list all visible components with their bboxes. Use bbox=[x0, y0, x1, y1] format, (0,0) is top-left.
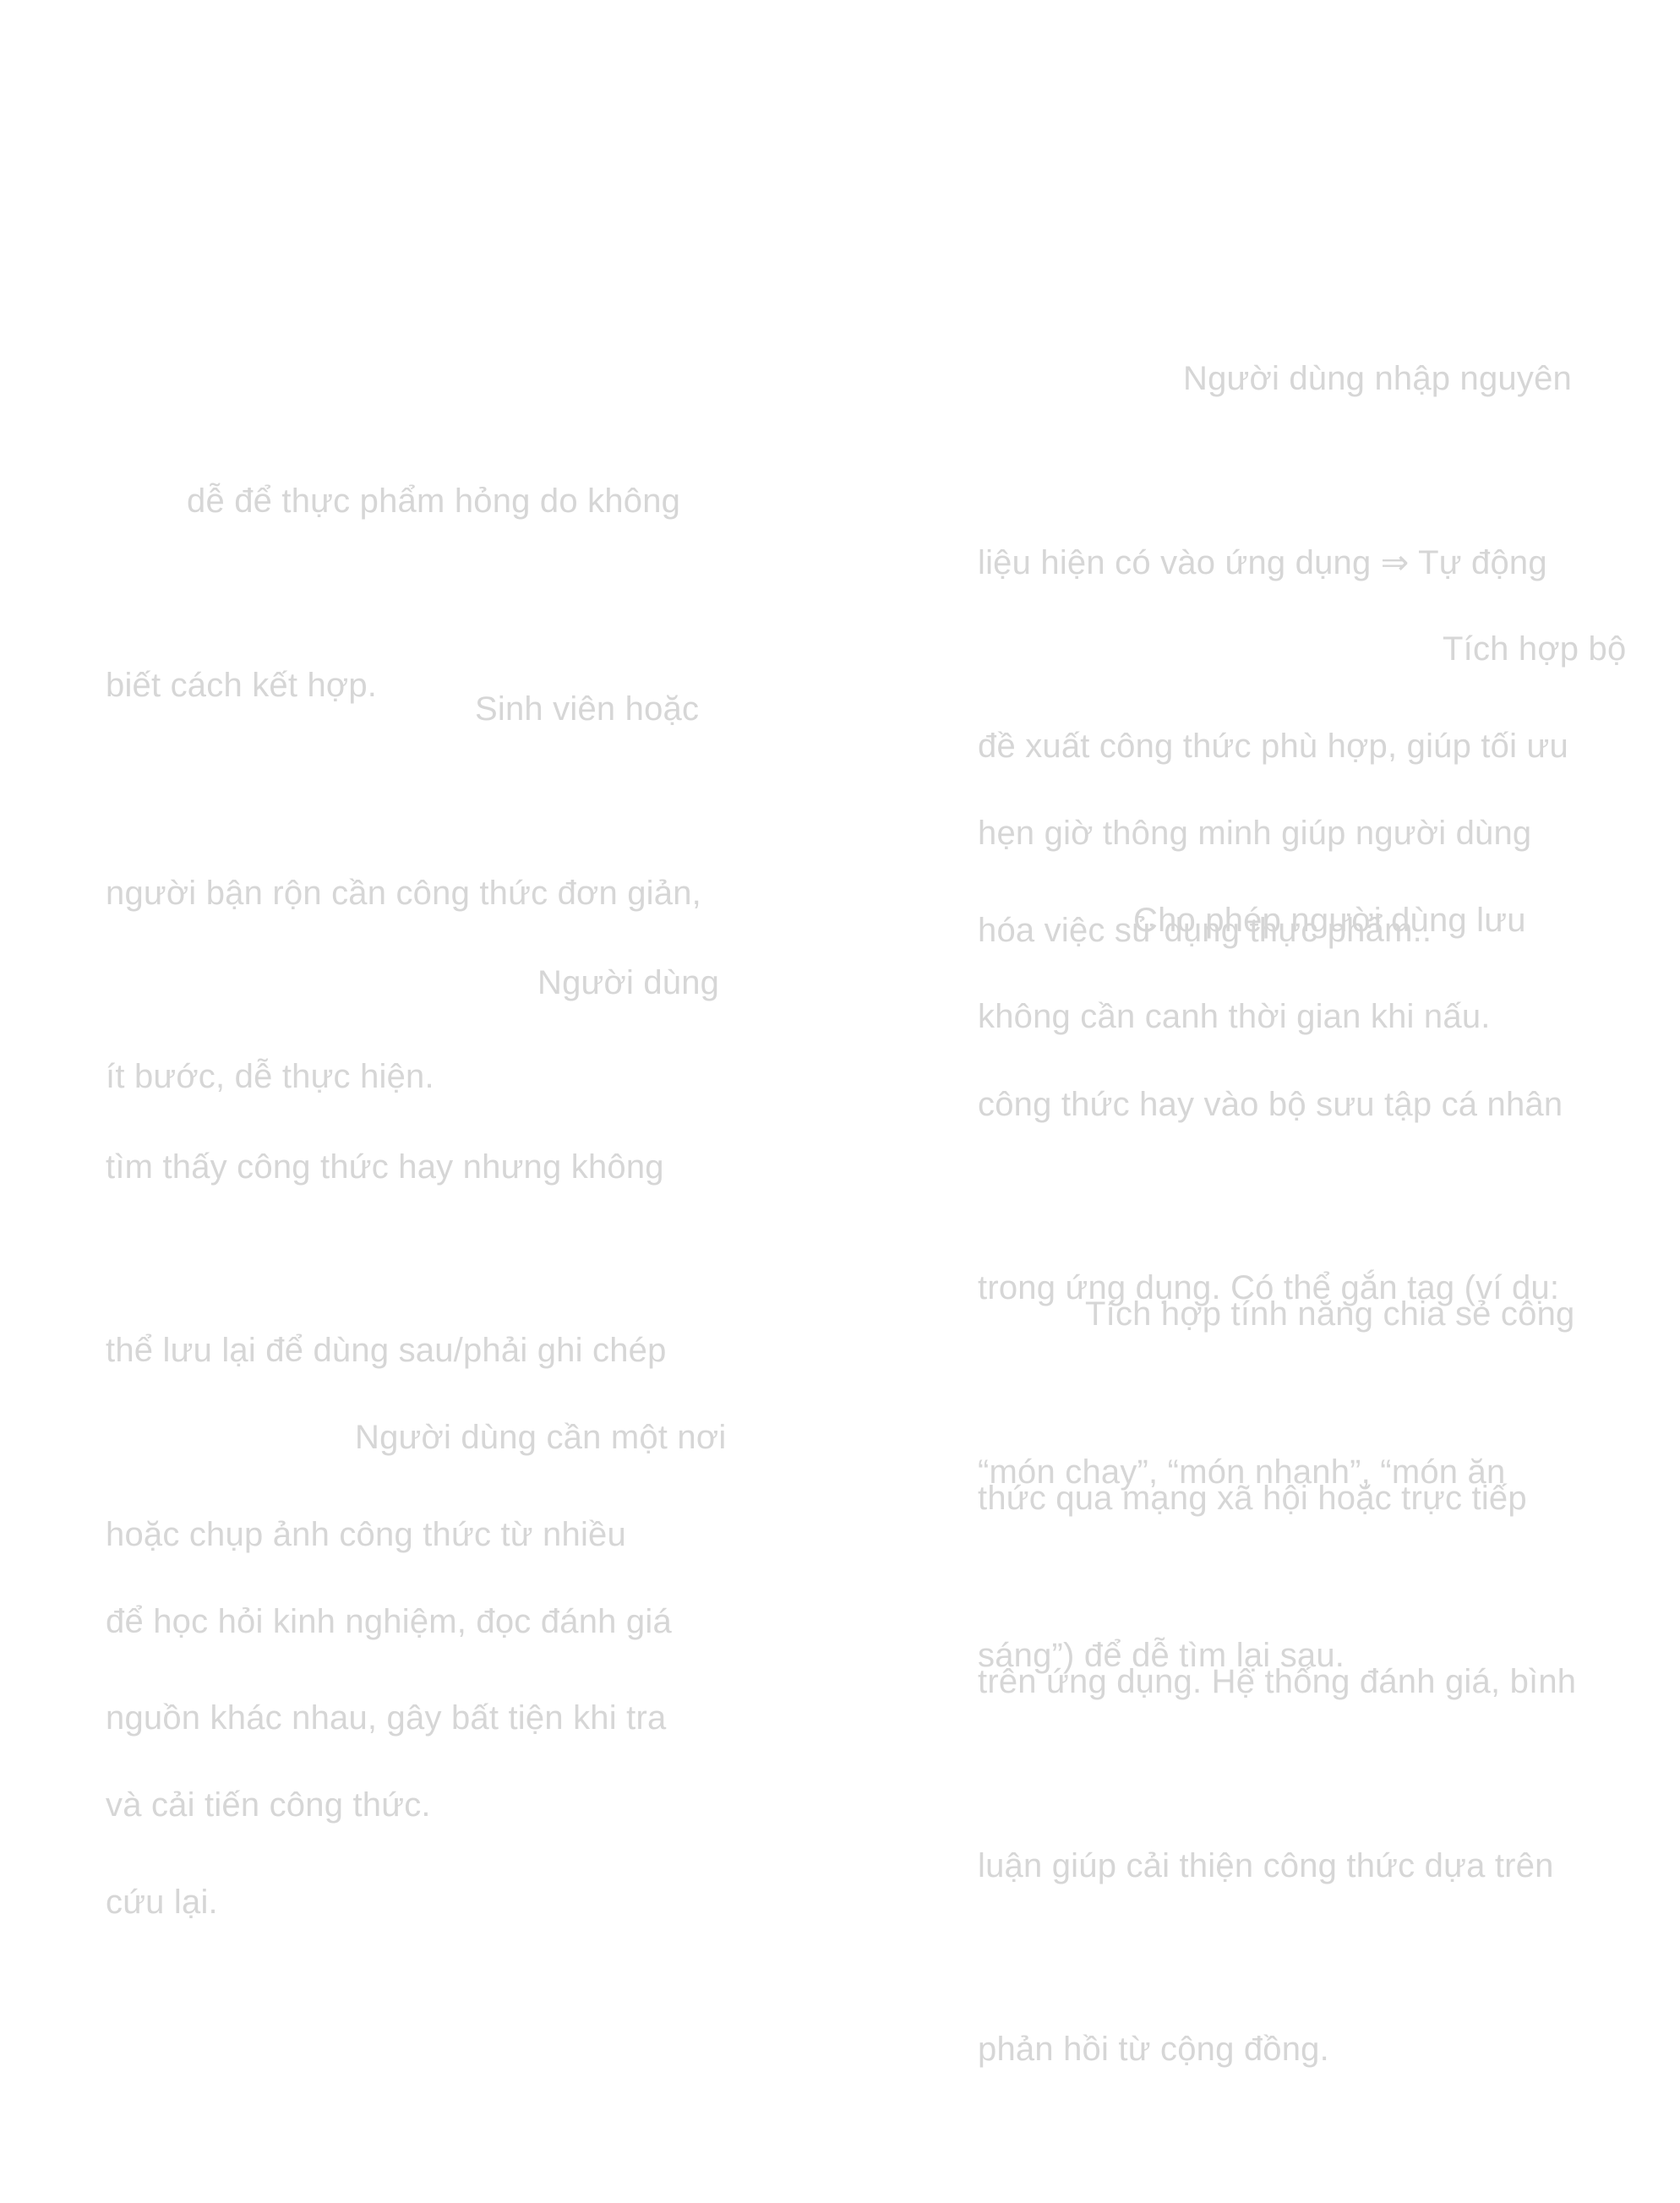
solution-paragraph-4: Tích hợp tính năng chia sẻ công thức qua… bbox=[978, 1161, 1576, 2203]
solution-1-line-1: Người dùng nhập nguyên bbox=[1183, 360, 1572, 397]
solution-3-line-2: công thức hay vào bộ sưu tập cá nhân bbox=[978, 1085, 1563, 1123]
solution-2-line-1: Tích hợp bộ bbox=[1443, 630, 1627, 668]
problem-4-line-3: và cải tiến công thức. bbox=[106, 1786, 431, 1824]
solution-4-line-4: luận giúp cải thiện công thức dựa trên bbox=[978, 1846, 1554, 1884]
problem-2-line-1: Sinh viên hoặc bbox=[475, 690, 700, 728]
problem-1-line-1: dễ để thực phẩm hỏng do không bbox=[187, 483, 681, 520]
problem-4-line-1: Người dùng cần một nơi bbox=[355, 1419, 727, 1456]
solution-4-line-1: Tích hợp tính năng chia sẻ công bbox=[1085, 1295, 1575, 1333]
solution-4-line-5: phản hồi từ cộng đồng. bbox=[978, 2031, 1329, 2068]
problem-paragraph-4: Người dùng cần một nơi để học hỏi kinh n… bbox=[106, 1284, 726, 1959]
solution-4-line-3: trên ứng dụng. Hệ thống đánh giá, bình bbox=[978, 1663, 1577, 1700]
problem-3-line-1: Người dùng bbox=[537, 964, 720, 1001]
solution-3-line-1: Cho phép người dùng lưu bbox=[1133, 902, 1526, 939]
problem-3-line-2: tìm thấy công thức hay nhưng không bbox=[106, 1148, 664, 1186]
document-page: dễ để thực phẩm hỏng do không biết cách … bbox=[0, 0, 1680, 2068]
problem-4-line-2: để học hỏi kinh nghiệm, đọc đánh giá bbox=[106, 1602, 672, 1640]
solution-4-line-2: thức qua mạng xã hội hoặc trực tiếp bbox=[978, 1479, 1527, 1517]
